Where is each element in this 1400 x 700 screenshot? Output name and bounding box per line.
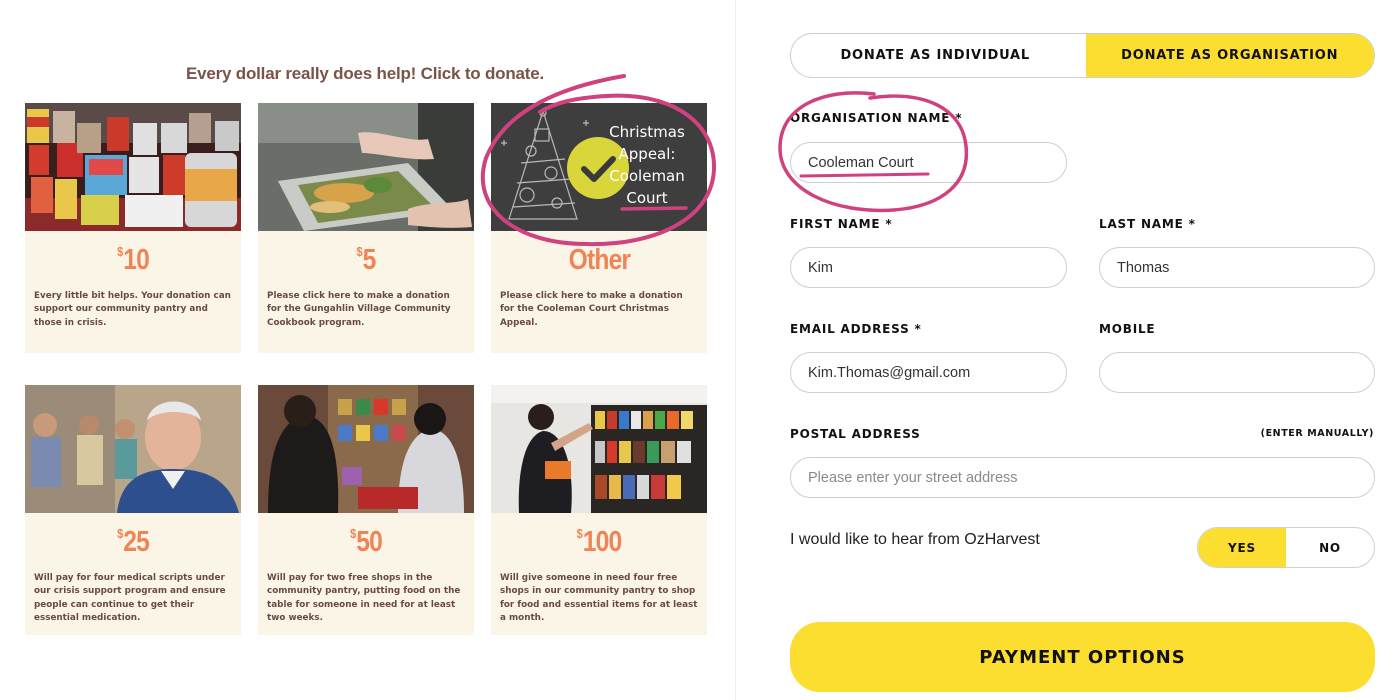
donation-amount: $50 <box>350 526 383 558</box>
org-name-label: ORGANISATION NAME * <box>790 111 963 125</box>
donation-card-50[interactable]: $50 Will pay for two free shops in the c… <box>258 385 474 635</box>
postal-address-label: POSTAL ADDRESS <box>790 427 921 441</box>
mobile-field[interactable] <box>1099 352 1375 393</box>
donation-description: Every little bit helps. Your donation ca… <box>34 291 231 328</box>
enter-manually-link[interactable]: (ENTER MANUALLY) <box>1261 428 1374 439</box>
donation-headline: Every dollar really does help! Click to … <box>185 64 545 83</box>
tab-donate-individual[interactable]: DONATE AS INDIVIDUAL <box>791 34 1086 77</box>
donor-type-tabs: DONATE AS INDIVIDUAL DONATE AS ORGANISAT… <box>790 33 1375 78</box>
donation-options-panel: Every dollar really does help! Click to … <box>0 0 730 700</box>
christmas-appeal-caption: Christmas Appeal: Cooleman Court <box>609 123 685 207</box>
email-field[interactable]: Kim.Thomas@gmail.com <box>790 352 1067 393</box>
donation-amount: $25 <box>117 526 150 558</box>
optin-no-button[interactable]: NO <box>1286 528 1374 567</box>
first-name-field[interactable]: Kim <box>790 247 1067 288</box>
postal-address-field[interactable]: Please enter your street address <box>790 457 1375 498</box>
canned-food-photo <box>25 103 241 231</box>
donation-card-other[interactable]: Christmas Appeal: Cooleman Court Other P… <box>491 103 707 353</box>
optin-yes-button[interactable]: YES <box>1198 528 1286 567</box>
pantry-shoppers-photo <box>258 385 474 513</box>
newsletter-optin-text: I would like to hear from OzHarvest <box>790 531 1040 548</box>
org-name-field[interactable]: Cooleman Court <box>790 142 1067 183</box>
tab-donate-organisation[interactable]: DONATE AS ORGANISATION <box>1085 34 1374 77</box>
donation-card-100[interactable]: $100 Will give someone in need four free… <box>491 385 707 635</box>
donation-description: Will pay for four medical scripts under … <box>34 573 226 624</box>
donation-card-25[interactable]: $25 Will pay for four medical scripts un… <box>25 385 241 635</box>
donation-amount: Other <box>568 244 631 276</box>
donation-card-10[interactable]: $10 Every little bit helps. Your donatio… <box>25 103 241 353</box>
donation-description: Please click here to make a donation for… <box>267 291 451 328</box>
last-name-label: LAST NAME * <box>1099 217 1196 231</box>
payment-options-button[interactable]: PAYMENT OPTIONS <box>790 622 1375 692</box>
donation-amount: $5 <box>356 244 376 276</box>
mobile-label: MOBILE <box>1099 322 1156 336</box>
last-name-field[interactable]: Thomas <box>1099 247 1375 288</box>
donation-amount: $10 <box>117 244 150 276</box>
first-name-label: FIRST NAME * <box>790 217 893 231</box>
christmas-appeal-image: Christmas Appeal: Cooleman Court <box>491 103 707 231</box>
donation-description: Will give someone in need four free shop… <box>500 573 698 624</box>
donation-card-5[interactable]: $5 Please click here to make a donation … <box>258 103 474 353</box>
donation-description: Will pay for two free shops in the commu… <box>267 573 461 624</box>
newsletter-optin-toggle: YES NO <box>1197 527 1375 568</box>
donation-amount: $100 <box>576 526 623 558</box>
email-label: EMAIL ADDRESS * <box>790 322 922 336</box>
donation-description: Please click here to make a donation for… <box>500 291 683 328</box>
food-container-photo <box>258 103 474 231</box>
panel-divider <box>735 0 736 700</box>
smiling-man-photo <box>25 385 241 513</box>
pantry-shelves-photo <box>491 385 707 513</box>
